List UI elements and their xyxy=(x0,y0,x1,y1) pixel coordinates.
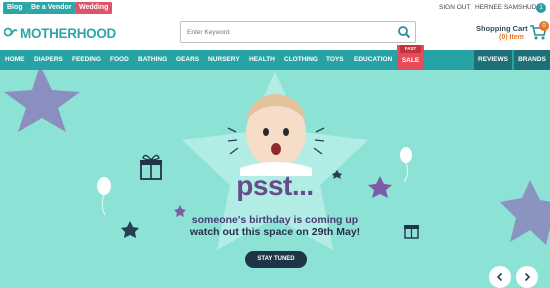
blurred-star-left xyxy=(4,70,80,132)
nav-item-brands[interactable]: BRANDS xyxy=(514,50,550,70)
banner-subtitle: someone's birthday is coming up xyxy=(191,214,359,226)
nav-item-clothing[interactable]: CLOTHING xyxy=(284,50,318,70)
carousel-prev-button[interactable] xyxy=(489,266,511,288)
sale-label: SALE xyxy=(401,57,420,64)
nav-item-gears[interactable]: GEARS xyxy=(176,50,199,70)
chevron-left-icon xyxy=(496,272,503,282)
nav-item-health[interactable]: HEALTH xyxy=(249,50,275,70)
nav-item-home[interactable]: HOME xyxy=(5,50,25,70)
top-utility-bar: Blog Be a Vendor Wedding SIGN OUT HERNEE… xyxy=(0,0,550,16)
nav-item-bathing[interactable]: BATHING xyxy=(138,50,167,70)
nav-item-toys[interactable]: TOYS xyxy=(326,50,344,70)
sign-out-link[interactable]: SIGN OUT xyxy=(439,4,470,11)
search-box xyxy=(180,21,416,43)
blog-link[interactable]: Blog xyxy=(3,2,27,14)
site-logo[interactable]: MOTHERHOOD xyxy=(3,25,116,41)
search-icon[interactable] xyxy=(397,25,411,39)
brands-label: BRANDS xyxy=(518,56,546,63)
hero-banner[interactable]: psst... someone's birthday is coming up … xyxy=(0,70,550,288)
nav-item-diapers[interactable]: DIAPERS xyxy=(34,50,63,70)
banner-headline: psst... xyxy=(236,170,314,201)
main-nav: HOME DIAPERS FEEDING FOOD BATHING GEARS … xyxy=(0,50,550,70)
nav-item-reviews[interactable]: REVIEWS xyxy=(474,50,512,70)
nav-item-sale[interactable]: FAST SALE xyxy=(397,45,424,70)
nav-item-education[interactable]: EDUCATION xyxy=(354,50,392,70)
chevron-right-icon xyxy=(524,272,531,282)
notification-badge[interactable]: 1 xyxy=(536,3,546,13)
sale-fast-tag: FAST xyxy=(400,45,421,53)
reviews-label: REVIEWS xyxy=(478,56,508,63)
logo-text: MOTHERHOOD xyxy=(20,25,116,41)
nav-item-feeding[interactable]: FEEDING xyxy=(72,50,101,70)
cart-item-count[interactable]: (0) Item xyxy=(499,34,524,41)
nav-item-nursery[interactable]: NURSERY xyxy=(208,50,240,70)
nav-item-food[interactable]: FOOD xyxy=(110,50,129,70)
be-a-vendor-link[interactable]: Be a Vendor xyxy=(27,2,76,14)
wedding-link[interactable]: Wedding xyxy=(75,2,113,14)
carousel-next-button[interactable] xyxy=(516,266,538,288)
search-input[interactable] xyxy=(187,25,387,39)
banner-date-line: watch out this space on 29th May! xyxy=(189,226,361,238)
stay-tuned-button[interactable]: STAY TUNED xyxy=(245,251,307,268)
logo-mark-icon xyxy=(3,26,18,41)
shopping-cart-label[interactable]: Shopping Cart xyxy=(476,24,528,33)
user-account-link[interactable]: HERNEE SAMSHUDIN xyxy=(475,4,543,11)
cart-badge: 0 xyxy=(539,21,549,31)
site-header: MOTHERHOOD Shopping Cart (0) Item 0 xyxy=(0,16,550,50)
